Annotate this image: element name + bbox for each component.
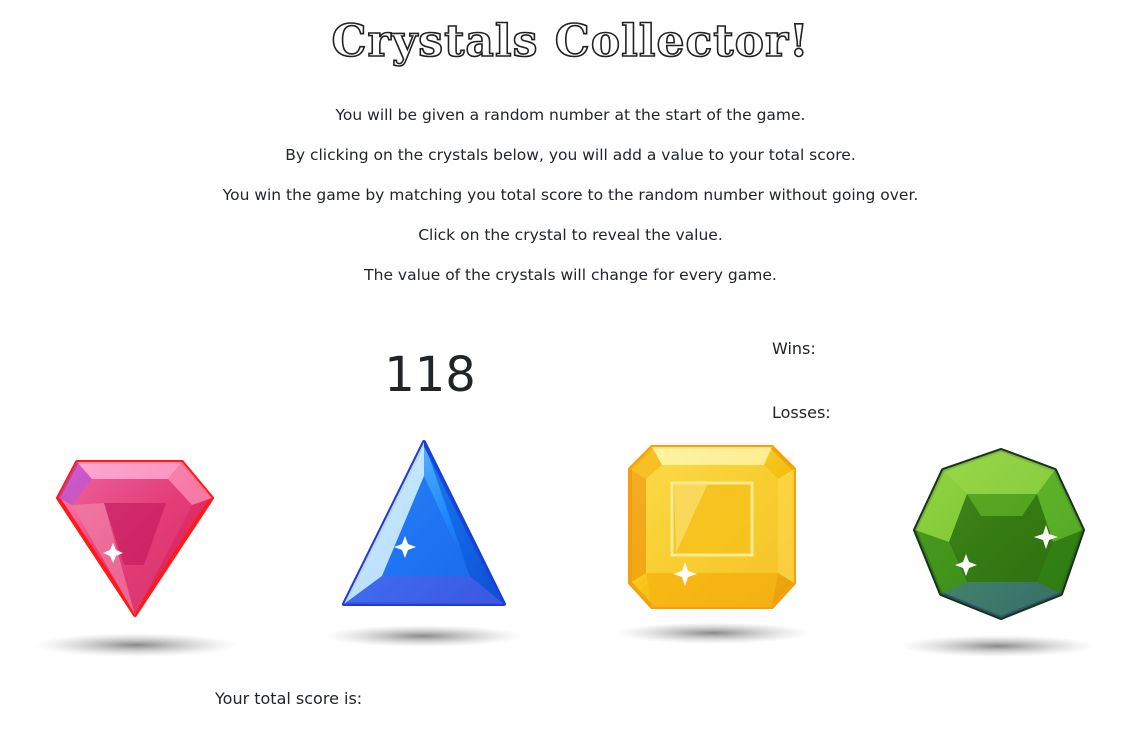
instructions: You will be given a random number at the… bbox=[0, 104, 1141, 304]
losses-label: Losses: bbox=[772, 403, 831, 422]
instruction-line: Click on the crystal to reveal the value… bbox=[418, 226, 723, 244]
yellow-crystal-icon bbox=[615, 445, 811, 644]
red-crystal[interactable] bbox=[32, 455, 240, 660]
green-crystal[interactable] bbox=[897, 446, 1103, 660]
yellow-crystal[interactable] bbox=[612, 443, 814, 648]
instruction-line: The value of the crystals will change fo… bbox=[364, 266, 777, 284]
total-score-label: Your total score is: bbox=[215, 689, 363, 708]
blue-crystal[interactable] bbox=[320, 436, 528, 651]
instruction-line: You win the game by matching you total s… bbox=[222, 186, 919, 204]
random-number: 118 bbox=[384, 347, 476, 403]
blue-crystal-icon bbox=[323, 440, 523, 647]
instruction-line: By clicking on the crystals below, you w… bbox=[285, 146, 856, 164]
page-title: Crystals Collector! bbox=[331, 15, 810, 68]
red-crystal-icon bbox=[34, 460, 238, 657]
instruction-line: You will be given a random number at the… bbox=[335, 106, 806, 124]
green-crystal-icon bbox=[900, 448, 1096, 657]
wins-label: Wins: bbox=[772, 339, 816, 358]
